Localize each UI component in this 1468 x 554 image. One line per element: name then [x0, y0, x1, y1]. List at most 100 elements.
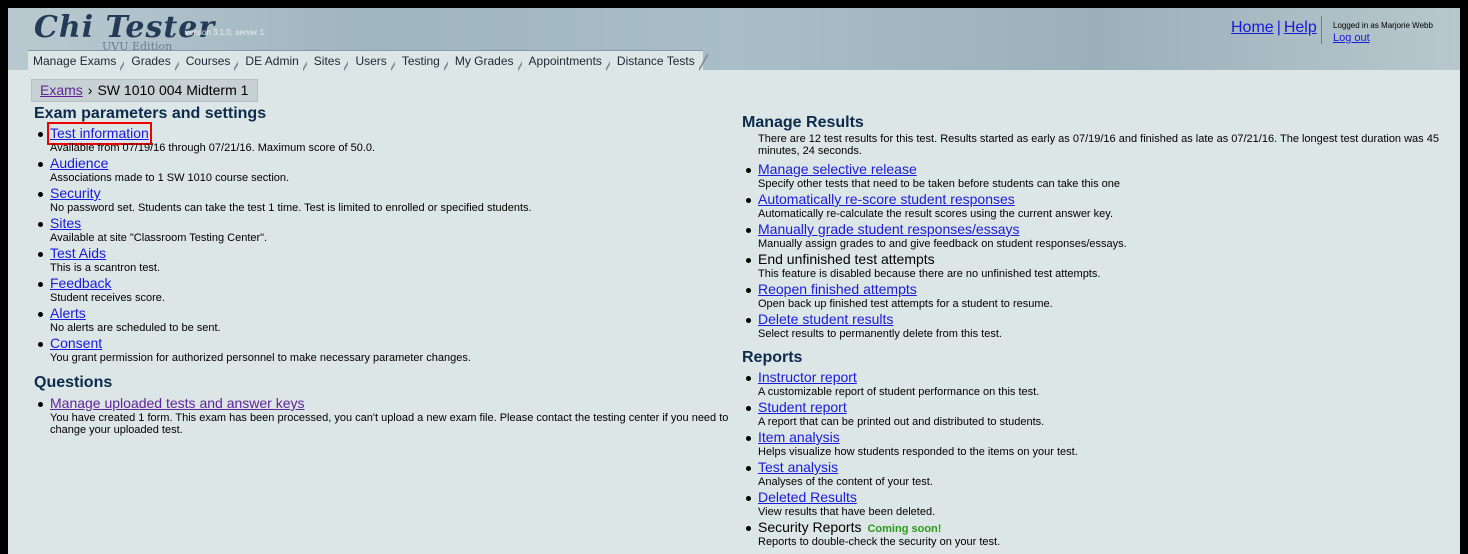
auto-rescore-link[interactable]: Automatically re-score student responses: [758, 191, 1015, 208]
item-description: Specify other tests that need to be take…: [758, 178, 1121, 190]
item-description: Associations made to 1 SW 1010 course se…: [50, 172, 290, 184]
item-description: No password set. Students can take the t…: [50, 202, 532, 214]
item-description: Helps visualize how students responded t…: [758, 446, 1078, 458]
list-item: Instructor report A customizable report …: [742, 369, 1457, 398]
help-link[interactable]: Help: [1284, 19, 1317, 36]
list-item: Automatically re-score student responses…: [742, 191, 1457, 220]
item-description: You have created 1 form. This exam has b…: [50, 412, 729, 436]
reports-list: Instructor report A customizable report …: [742, 369, 1457, 548]
exam-params-heading: Exam parameters and settings: [34, 105, 267, 122]
reopen-finished-attempts-link[interactable]: Reopen finished attempts: [758, 281, 917, 298]
tab-manage-exams[interactable]: Manage Exams: [28, 50, 130, 73]
item-description: Reports to double-check the security on …: [758, 536, 1001, 548]
item-description: A report that can be printed out and dis…: [758, 416, 1045, 428]
item-description: Available at site "Classroom Testing Cen…: [50, 232, 268, 244]
questions-heading: Questions: [34, 374, 113, 391]
breadcrumb-exams-link[interactable]: Exams: [40, 82, 83, 98]
item-description: Manually assign grades to and give feedb…: [758, 238, 1127, 250]
manage-results-heading: Manage Results: [742, 114, 864, 131]
test-information-link[interactable]: Test information: [47, 122, 152, 145]
sites-link[interactable]: Sites: [50, 215, 81, 232]
list-item: Student report A report that can be prin…: [742, 399, 1457, 428]
tab-appointments[interactable]: Appointments: [521, 50, 616, 73]
app-frame: Chi Tester version 3.1.0, server 1 UVU E…: [8, 8, 1460, 554]
reports-heading: Reports: [742, 349, 803, 366]
main-tabs: Manage Exams Grades Courses DE Admin Sit…: [28, 50, 708, 73]
list-item: Test Aids This is a scantron test.: [34, 245, 744, 274]
list-item: Deleted Results View results that have b…: [742, 489, 1457, 518]
tab-sites[interactable]: Sites: [306, 50, 354, 73]
breadcrumb: Exams › SW 1010 004 Midterm 1: [31, 79, 259, 102]
list-item: Manage uploaded tests and answer keys Yo…: [34, 395, 744, 436]
audience-link[interactable]: Audience: [50, 155, 108, 172]
alerts-link[interactable]: Alerts: [50, 305, 86, 322]
breadcrumb-arrow-icon: ›: [87, 82, 93, 98]
results-summary: There are 12 test results for this test.…: [758, 133, 1439, 157]
header-divider: [1321, 16, 1322, 44]
list-item: Reopen finished attempts Open back up fi…: [742, 281, 1457, 310]
manually-grade-link[interactable]: Manually grade student responses/essays: [758, 221, 1019, 238]
delete-student-results-link[interactable]: Delete student results: [758, 311, 893, 328]
exam-params-list: Test information Available from 07/19/16…: [34, 122, 744, 364]
instructor-report-link[interactable]: Instructor report: [758, 369, 857, 386]
user-box: Logged in as Marjorie Webb Log out: [1333, 17, 1433, 44]
manage-results-list: Manage selective release Specify other t…: [742, 161, 1457, 340]
list-item: Consent You grant permission for authori…: [34, 335, 744, 364]
link-separator: |: [1276, 19, 1281, 36]
item-description: Select results to permanently delete fro…: [758, 328, 1002, 340]
item-description: Available from 07/19/16 through 07/21/16…: [50, 142, 376, 154]
home-link[interactable]: Home: [1231, 19, 1274, 36]
list-item: Sites Available at site "Classroom Testi…: [34, 215, 744, 244]
manage-uploaded-tests-link[interactable]: Manage uploaded tests and answer keys: [50, 395, 305, 412]
right-column: Manage Results There are 12 test results…: [742, 104, 1457, 548]
list-item: Manually grade student responses/essays …: [742, 221, 1457, 250]
logged-in-text: Logged in as Marjorie Webb: [1333, 21, 1433, 30]
list-item: Test information Available from 07/19/16…: [34, 122, 744, 154]
breadcrumb-current: SW 1010 004 Midterm 1: [97, 82, 249, 98]
top-links: Home | Help: [1231, 19, 1317, 37]
item-description: You grant permission for authorized pers…: [50, 352, 471, 364]
tab-courses[interactable]: Courses: [178, 50, 244, 73]
left-column: Exam parameters and settings Test inform…: [34, 104, 744, 436]
list-item: Alerts No alerts are scheduled to be sen…: [34, 305, 744, 334]
feedback-link[interactable]: Feedback: [50, 275, 111, 292]
list-item: Feedback Student receives score.: [34, 275, 744, 304]
list-item: Security No password set. Students can t…: [34, 185, 744, 214]
student-report-link[interactable]: Student report: [758, 399, 847, 416]
tab-de-admin[interactable]: DE Admin: [238, 50, 313, 73]
end-unfinished-attempts-label: End unfinished test attempts: [758, 251, 935, 267]
questions-list: Manage uploaded tests and answer keys Yo…: [34, 395, 744, 436]
test-analysis-link[interactable]: Test analysis: [758, 459, 838, 476]
list-item: Manage selective release Specify other t…: [742, 161, 1457, 190]
consent-link[interactable]: Consent: [50, 335, 102, 352]
deleted-results-link[interactable]: Deleted Results: [758, 489, 857, 506]
tab-distance-tests[interactable]: Distance Tests: [609, 50, 708, 73]
list-item: Item analysis Helps visualize how studen…: [742, 429, 1457, 458]
item-description: Open back up finished test attempts for …: [758, 298, 1053, 310]
header-banner: Chi Tester version 3.1.0, server 1 UVU E…: [8, 8, 1460, 73]
list-item: Test analysis Analyses of the content of…: [742, 459, 1457, 488]
test-aids-link[interactable]: Test Aids: [50, 245, 106, 262]
security-link[interactable]: Security: [50, 185, 101, 202]
tab-testing[interactable]: Testing: [394, 50, 453, 73]
item-description: Automatically re-calculate the result sc…: [758, 208, 1114, 220]
item-description: View results that have been deleted.: [758, 506, 936, 518]
list-item: Delete student results Select results to…: [742, 311, 1457, 340]
list-item: Security Reports Coming soon! Reports to …: [742, 519, 1457, 548]
tab-users[interactable]: Users: [348, 50, 401, 73]
tab-grades[interactable]: Grades: [124, 50, 185, 73]
item-description: A customizable report of student perform…: [758, 386, 1040, 398]
item-description: Student receives score.: [50, 292, 165, 304]
item-description: Analyses of the content of your test.: [758, 476, 933, 488]
item-description: This is a scantron test.: [50, 262, 161, 274]
item-analysis-link[interactable]: Item analysis: [758, 429, 840, 446]
item-description: This feature is disabled because there a…: [758, 268, 1101, 280]
logout-link[interactable]: Log out: [1333, 32, 1433, 44]
security-reports-label: Security Reports: [758, 519, 862, 535]
logo-version: version 3.1.0, server 1: [185, 28, 265, 37]
manage-selective-release-link[interactable]: Manage selective release: [758, 161, 917, 178]
list-item: End unfinished test attempts This featur…: [742, 251, 1457, 280]
list-item: Audience Associations made to 1 SW 1010 …: [34, 155, 744, 184]
item-description: No alerts are scheduled to be sent.: [50, 322, 221, 334]
tab-my-grades[interactable]: My Grades: [447, 50, 527, 73]
